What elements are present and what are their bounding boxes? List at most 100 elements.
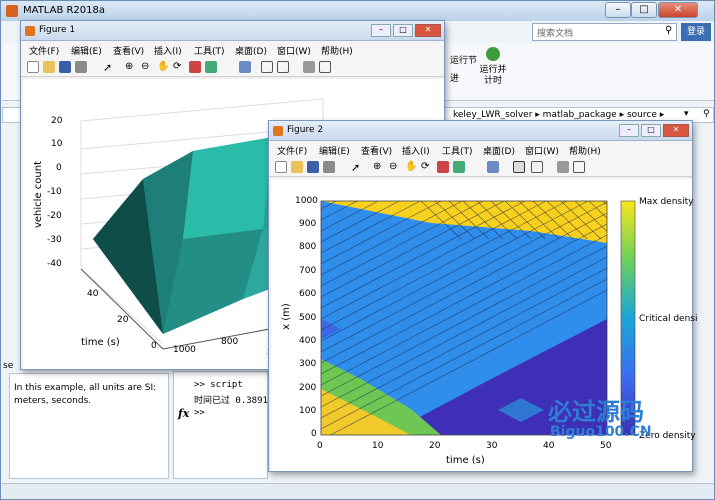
rotate-icon[interactable]: ⟳ <box>173 61 185 73</box>
colorbar-label-max: Max density <box>639 197 694 207</box>
command-window[interactable]: >> script 时间已过 0.3891 fx >> <box>173 371 268 479</box>
run-timer-icon[interactable] <box>486 47 500 61</box>
path-segment[interactable]: matlab_package <box>543 110 617 120</box>
menu-desktop[interactable]: 桌面(D) <box>483 144 515 157</box>
zoom-out-icon[interactable]: ⊖ <box>141 61 153 73</box>
menu-tools[interactable]: 工具(T) <box>442 144 473 157</box>
watermark-cn: 必过源码 <box>548 398 644 426</box>
y-tick: 600 <box>299 289 317 299</box>
rotate-icon[interactable]: ⟳ <box>421 161 433 173</box>
legend-icon[interactable] <box>277 61 289 73</box>
pan-icon[interactable]: ✋ <box>157 61 169 73</box>
x-tick: 800 <box>221 337 239 347</box>
menu-edit[interactable]: 编辑(E) <box>319 144 350 157</box>
link-plot-icon[interactable] <box>239 61 251 73</box>
menu-view[interactable]: 查看(V) <box>361 144 392 157</box>
login-button[interactable]: 登录 <box>681 23 711 41</box>
print-icon[interactable] <box>75 61 87 73</box>
minimize-button[interactable]: – <box>605 2 631 18</box>
fx-icon[interactable]: fx <box>178 407 189 420</box>
maximize-button[interactable]: □ <box>631 2 657 18</box>
menu-edit[interactable]: 编辑(E) <box>71 44 102 57</box>
open-file-icon[interactable] <box>43 61 55 73</box>
maximize-button[interactable]: □ <box>641 124 661 137</box>
pointer-icon[interactable]: ➚ <box>103 61 115 74</box>
y-tick: 900 <box>299 219 317 229</box>
zoom-in-icon[interactable]: ⊕ <box>125 61 137 73</box>
menu-help[interactable]: 帮助(H) <box>569 144 601 157</box>
new-figure-icon[interactable] <box>275 161 287 173</box>
run-section-label[interactable]: 运行节 <box>450 53 477 66</box>
print-icon[interactable] <box>323 161 335 173</box>
breadcrumb-separator-icon: ▸ <box>619 110 627 120</box>
status-bar <box>2 483 714 499</box>
close-button[interactable]: ✕ <box>658 2 698 18</box>
data-cursor-icon[interactable] <box>189 61 201 73</box>
colorbar-icon[interactable] <box>513 161 525 173</box>
figure-icon <box>273 126 283 136</box>
open-file-icon[interactable] <box>291 161 303 173</box>
menu-desktop[interactable]: 桌面(D) <box>235 44 267 57</box>
figure1-toolbar: ➚ ⊕ ⊖ ✋ ⟳ <box>21 57 444 77</box>
minimize-button[interactable]: – <box>619 124 639 137</box>
brush-icon[interactable] <box>453 161 465 173</box>
brush-icon[interactable] <box>205 61 217 73</box>
figure1-title: Figure 1 <box>39 25 76 35</box>
colorbar-icon[interactable] <box>261 61 273 73</box>
search-icon[interactable]: ⚲ <box>665 25 672 36</box>
y-tick: 1000 <box>295 196 318 206</box>
hide-tools-icon[interactable] <box>303 61 315 73</box>
new-figure-icon[interactable] <box>27 61 39 73</box>
figure1-title-bar[interactable]: Figure 1 – □ ✕ <box>21 21 444 41</box>
pointer-icon[interactable]: ➚ <box>351 161 363 174</box>
close-button[interactable]: ✕ <box>663 124 689 137</box>
close-button[interactable]: ✕ <box>415 24 441 37</box>
y-tick: 200 <box>299 383 317 393</box>
advance-label[interactable]: 进 <box>450 71 459 84</box>
breadcrumb-separator-icon: ▸ <box>659 110 665 120</box>
menu-insert[interactable]: 插入(I) <box>402 144 430 157</box>
pan-icon[interactable]: ✋ <box>405 161 417 173</box>
zoom-out-icon[interactable]: ⊖ <box>389 161 401 173</box>
maximize-button[interactable]: □ <box>393 24 413 37</box>
x-tick: 30 <box>486 441 498 451</box>
figure-icon <box>25 26 35 36</box>
time-axis-label: time (s) <box>81 337 120 348</box>
command-prompt[interactable]: >> <box>194 408 205 418</box>
y-tick: 400 <box>299 336 317 346</box>
menu-window[interactable]: 窗口(W) <box>525 144 559 157</box>
path-dropdown-icon[interactable]: ▾ <box>684 109 689 119</box>
save-icon[interactable] <box>307 161 319 173</box>
command-output: 时间已过 0.3891 <box>194 396 268 406</box>
z-tick: -20 <box>47 211 62 221</box>
y-tick: 800 <box>299 242 317 252</box>
y-tick: 500 <box>299 313 317 323</box>
run-and-time-button[interactable]: 运行并计时 <box>476 65 510 87</box>
minimize-button[interactable]: – <box>371 24 391 37</box>
save-icon[interactable] <box>59 61 71 73</box>
figure2-title-bar[interactable]: Figure 2 – □ ✕ <box>269 121 692 141</box>
doc-search-input[interactable]: 搜索文档 <box>532 23 677 41</box>
zoom-in-icon[interactable]: ⊕ <box>373 161 385 173</box>
details-panel-header: se <box>3 361 14 371</box>
menu-file[interactable]: 文件(F) <box>277 144 307 157</box>
legend-icon[interactable] <box>531 161 543 173</box>
menu-file[interactable]: 文件(F) <box>29 44 59 57</box>
link-plot-icon[interactable] <box>487 161 499 173</box>
path-segment[interactable]: keley_LWR_solver <box>453 110 532 120</box>
data-cursor-icon[interactable] <box>437 161 449 173</box>
menu-tools[interactable]: 工具(T) <box>194 44 225 57</box>
path-search-icon[interactable]: ⚲ <box>703 109 710 119</box>
hide-tools-icon[interactable] <box>557 161 569 173</box>
figure2-title: Figure 2 <box>287 125 324 135</box>
path-segment[interactable]: source <box>627 110 657 120</box>
path-breadcrumb: keley_LWR_solver ▸ matlab_package ▸ sour… <box>453 110 664 120</box>
main-window-title: MATLAB R2018a <box>23 5 106 16</box>
menu-view[interactable]: 查看(V) <box>113 44 144 57</box>
menu-help[interactable]: 帮助(H) <box>321 44 353 57</box>
dock-icon[interactable] <box>573 161 585 173</box>
dock-icon[interactable] <box>319 61 331 73</box>
menu-insert[interactable]: 插入(I) <box>154 44 182 57</box>
menu-window[interactable]: 窗口(W) <box>277 44 311 57</box>
figure2-menubar: 文件(F) 编辑(E) 查看(V) 插入(I) 工具(T) 桌面(D) 窗口(W… <box>269 141 692 157</box>
